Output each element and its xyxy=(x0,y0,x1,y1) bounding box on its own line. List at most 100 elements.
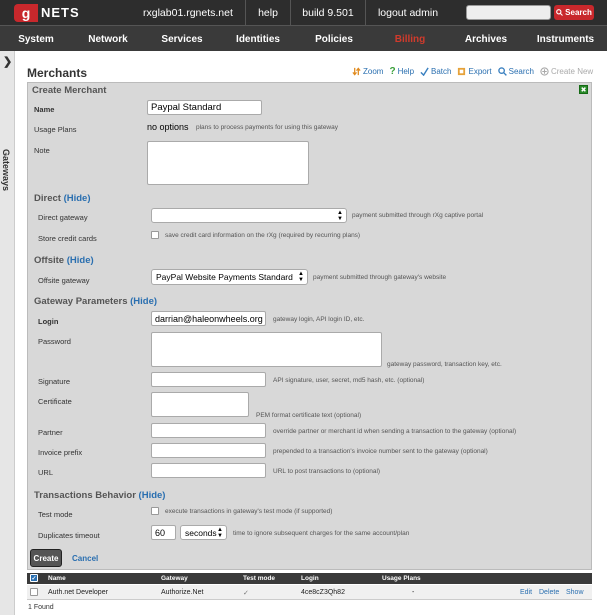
search-tool-label: Search xyxy=(508,67,534,76)
row-name: Auth.net Developer xyxy=(48,589,108,596)
top-bar: g NETS rxglab01.rgnets.net help build 9.… xyxy=(0,0,607,25)
hostname: rxglab01.rgnets.net xyxy=(143,6,233,19)
row-show-link[interactable]: Show xyxy=(566,589,584,596)
dup-timeout-label: Duplicates timeout xyxy=(38,531,100,540)
dup-timeout-help: time to ignore subsequent charges for th… xyxy=(233,530,410,537)
zoom-label: Zoom xyxy=(363,67,384,76)
table-header: ✓ Name Gateway Test mode Login Usage Pla… xyxy=(27,573,592,584)
usage-plans-label: Usage Plans xyxy=(34,125,77,134)
direct-hide-link[interactable]: (Hide) xyxy=(64,193,91,204)
nav-instruments[interactable]: Instruments xyxy=(524,26,607,52)
batch-button[interactable]: Batch xyxy=(420,66,451,77)
nav-billing[interactable]: Billing xyxy=(372,26,448,52)
note-label: Note xyxy=(34,146,50,155)
build-label: build 9.501 xyxy=(290,0,365,25)
certificate-help: PEM format certificate text (optional) xyxy=(256,412,362,419)
name-label: Name xyxy=(34,105,55,114)
partner-field[interactable] xyxy=(151,423,266,438)
nav-network[interactable]: Network xyxy=(72,26,144,52)
col-gateway[interactable]: Gateway xyxy=(161,575,188,582)
sidebar-item-gateways[interactable]: Gateways xyxy=(1,149,11,191)
store-cc-checkbox[interactable] xyxy=(151,231,159,239)
page-title: Merchants xyxy=(27,66,88,80)
dup-timeout-unit-select[interactable]: seconds ▲ ▼ xyxy=(180,525,227,540)
store-cc-help: save credit card information on the rXg … xyxy=(165,232,361,239)
transactions-hide-link[interactable]: (Hide) xyxy=(139,490,166,501)
panel-title: Create Merchant xyxy=(32,85,107,96)
col-test-mode[interactable]: Test mode xyxy=(243,575,275,582)
row-gateway: Authorize.Net xyxy=(161,589,204,596)
magnifier-icon xyxy=(497,67,507,76)
close-icon[interactable]: ✖ xyxy=(579,85,588,94)
select-arrows-icon: ▲ ▼ xyxy=(217,526,223,539)
direct-gateway-help: payment submitted through rXg captive po… xyxy=(352,212,484,219)
invoice-prefix-label: Invoice prefix xyxy=(38,448,83,457)
col-usage-plans[interactable]: Usage Plans xyxy=(382,575,421,582)
name-field[interactable]: Paypal Standard xyxy=(147,100,262,115)
export-button[interactable]: Export xyxy=(457,66,492,77)
signature-field[interactable] xyxy=(151,372,266,387)
test-mode-checkbox[interactable] xyxy=(151,507,159,515)
login-label: Login xyxy=(38,317,59,326)
signature-label: Signature xyxy=(38,377,71,386)
row-delete-link[interactable]: Delete xyxy=(539,589,559,596)
offsite-gateway-help: payment submitted through gateway's webs… xyxy=(313,274,447,281)
col-login[interactable]: Login xyxy=(301,575,319,582)
offsite-gateway-value: PayPal Website Payments Standard xyxy=(156,272,293,282)
zoom-button[interactable]: Zoom xyxy=(352,66,383,77)
invoice-prefix-help: prepended to a transaction's invoice num… xyxy=(273,448,488,455)
test-mode-label: Test mode xyxy=(38,510,73,519)
offsite-section-header: Offsite (Hide) xyxy=(34,255,94,266)
plus-circle-icon xyxy=(540,67,549,76)
signature-help: API signature, user, secret, md5 hash, e… xyxy=(273,377,425,384)
usage-plans-help: plans to process payments for using this… xyxy=(196,124,338,131)
row-login: 4ce8cZ3Qh82 xyxy=(301,589,345,596)
dup-timeout-field[interactable]: 60 xyxy=(151,525,176,540)
direct-gateway-select[interactable]: ▲ ▼ xyxy=(151,208,347,223)
search-button-label: Search xyxy=(565,8,592,17)
row-checkbox[interactable] xyxy=(30,588,38,596)
logo-mark: g xyxy=(14,3,38,22)
certificate-field[interactable] xyxy=(151,392,249,417)
logo[interactable]: g NETS xyxy=(14,3,80,22)
nav-identities[interactable]: Identities xyxy=(220,26,296,52)
offsite-gateway-select[interactable]: PayPal Website Payments Standard ▲ ▼ xyxy=(151,269,308,285)
create-button[interactable]: Create xyxy=(30,549,62,567)
transactions-section-header: Transactions Behavior (Hide) xyxy=(34,490,166,501)
note-textarea[interactable] xyxy=(147,141,309,185)
create-new-label: Create New xyxy=(550,67,594,76)
col-name[interactable]: Name xyxy=(48,575,66,582)
login-help: gateway login, API login ID, etc. xyxy=(273,316,365,323)
nav-archives[interactable]: Archives xyxy=(448,26,524,52)
export-label: Export xyxy=(468,67,492,76)
select-all-checkbox[interactable]: ✓ xyxy=(30,574,38,582)
login-field[interactable]: darrian@haleonwheels.org xyxy=(151,311,266,326)
nav-system[interactable]: System xyxy=(0,26,72,52)
help-link[interactable]: help xyxy=(245,0,290,25)
search-button[interactable]: Search xyxy=(554,5,594,20)
search-input[interactable] xyxy=(466,5,551,20)
logout-link[interactable]: logout admin xyxy=(365,0,450,25)
usage-plans-value: no options xyxy=(147,122,189,132)
gateway-params-hide-link[interactable]: (Hide) xyxy=(130,296,157,307)
test-mode-help: execute transactions in gateway's test m… xyxy=(165,508,333,515)
table-row[interactable]: Auth.net Developer Authorize.Net ✓ 4ce8c… xyxy=(27,585,592,600)
direct-gateway-label: Direct gateway xyxy=(38,213,88,222)
create-new-button[interactable]: Create New xyxy=(540,66,593,77)
row-edit-link[interactable]: Edit xyxy=(520,589,532,596)
url-field[interactable] xyxy=(151,463,266,478)
partner-label: Partner xyxy=(38,428,63,437)
help-button[interactable]: ? Help xyxy=(389,66,414,77)
direct-section-header: Direct (Hide) xyxy=(34,193,91,204)
search-tool-button[interactable]: Search xyxy=(497,66,534,77)
cancel-link[interactable]: Cancel xyxy=(72,554,98,563)
offsite-hide-link[interactable]: (Hide) xyxy=(67,255,94,266)
password-field[interactable] xyxy=(151,332,382,367)
chevron-right-icon[interactable]: ❯ xyxy=(3,55,12,68)
row-test-mode: ✓ xyxy=(243,590,249,597)
nav-services[interactable]: Services xyxy=(144,26,220,52)
nav-policies[interactable]: Policies xyxy=(296,26,372,52)
invoice-prefix-field[interactable] xyxy=(151,443,266,458)
certificate-label: Certificate xyxy=(38,397,72,406)
search-icon xyxy=(556,9,564,16)
